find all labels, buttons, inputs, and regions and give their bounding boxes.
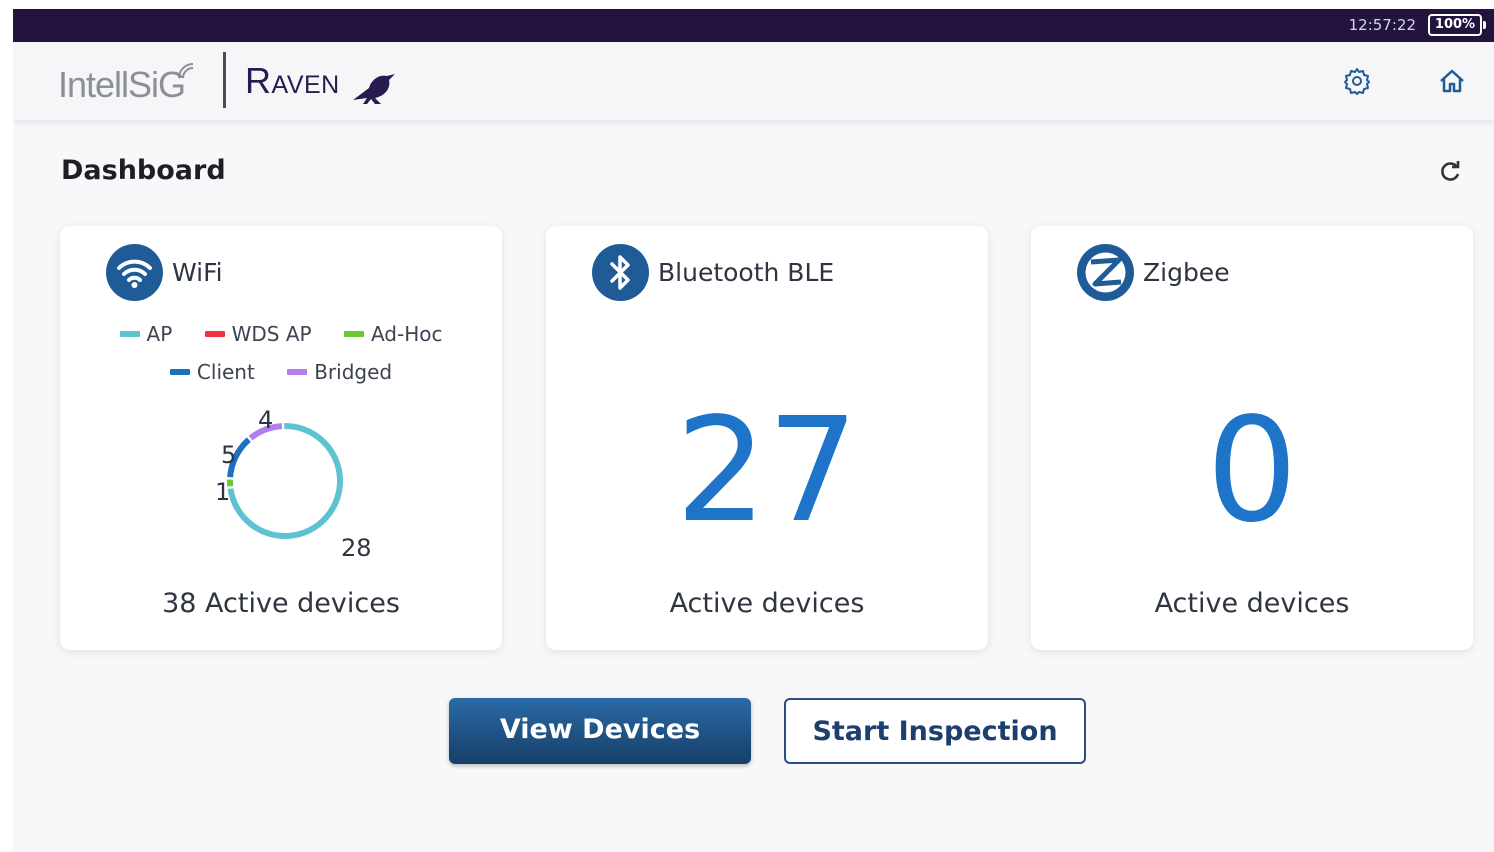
donut-data-label-bridged: 4 [258, 406, 273, 434]
battery-level: 100% [1434, 17, 1476, 32]
app-header: IntellSiG Raven [13, 42, 1494, 120]
bluetooth-card-title: Bluetooth BLE [658, 258, 835, 287]
legend-swatch [343, 331, 364, 337]
legend-swatch [119, 331, 140, 337]
bluetooth-icon [592, 244, 649, 301]
raven-bird-icon [353, 74, 395, 104]
bluetooth-card[interactable]: Bluetooth BLE 27 Active devices [546, 226, 988, 650]
intellisig-logo: IntellSiG [58, 63, 194, 106]
legend-label: Client [196, 360, 255, 384]
zigbee-icon [1077, 244, 1134, 301]
signal-wave-icon [178, 63, 194, 79]
wifi-legend-row-1: AP WDS AP Ad-Hoc [60, 318, 502, 346]
donut-data-label-ad-hoc: 1 [215, 478, 230, 506]
legend-item-wds-ap: WDS AP [204, 322, 312, 346]
zigbee-card-title: Zigbee [1143, 258, 1230, 287]
clock: 12:57:22 [1348, 16, 1416, 34]
zigbee-card[interactable]: Zigbee 0 Active devices [1031, 226, 1473, 650]
gear-icon[interactable] [1342, 66, 1372, 96]
refresh-icon[interactable] [1437, 159, 1463, 185]
legend-swatch [287, 369, 308, 375]
bluetooth-count: 27 [675, 386, 859, 554]
legend-swatch [169, 369, 190, 375]
legend-label: Bridged [314, 360, 393, 384]
legend-label: WDS AP [231, 322, 312, 346]
view-devices-button[interactable]: View Devices [449, 698, 751, 764]
page-title: Dashboard [61, 155, 226, 186]
donut-data-label-ap: 28 [341, 534, 370, 562]
legend-label: Ad-Hoc [370, 322, 443, 346]
legend-item-ap: AP [119, 322, 173, 346]
legend-item-ad-hoc: Ad-Hoc [343, 322, 443, 346]
legend-item-client: Client [169, 360, 255, 384]
wifi-card[interactable]: WiFi AP WDS AP Ad-Hoc Client Bridged 28 1… [60, 226, 502, 650]
intellisig-logo-text: IntellSiG [58, 64, 186, 105]
home-icon[interactable] [1437, 66, 1467, 96]
raven-logo-text: Raven [245, 60, 340, 101]
legend-item-bridged: Bridged [287, 360, 392, 384]
app-frame: 12:57:22 100% IntellSiG Raven Dashboard [13, 9, 1494, 852]
status-bar: 12:57:22 100% [13, 9, 1494, 42]
wifi-icon [106, 244, 163, 301]
wifi-donut-chart: 28 1 54 [215, 406, 370, 562]
start-inspection-button[interactable]: Start Inspection [784, 698, 1086, 764]
wifi-active-devices: 38 Active devices [162, 588, 400, 619]
logo-divider [223, 52, 226, 108]
wifi-card-title: WiFi [172, 258, 223, 287]
wifi-legend-row-2: Client Bridged [60, 356, 502, 384]
zigbee-count: 0 [1206, 386, 1298, 554]
zigbee-active-devices: Active devices [1154, 588, 1350, 619]
legend-swatch [204, 331, 225, 337]
bluetooth-active-devices: Active devices [669, 588, 865, 619]
donut-data-label-client: 5 [221, 441, 236, 469]
legend-label: AP [146, 322, 173, 346]
battery-indicator: 100% [1428, 14, 1486, 36]
